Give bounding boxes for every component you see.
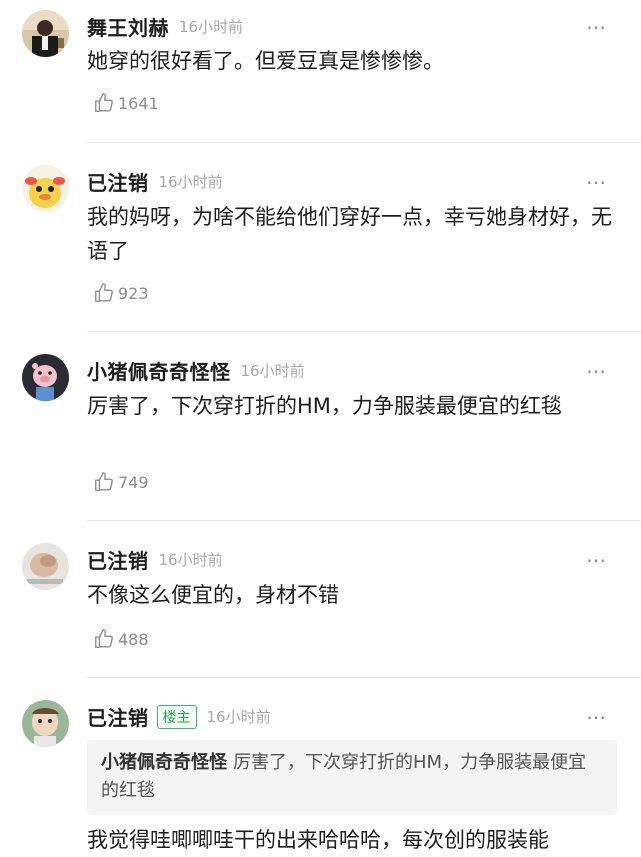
timestamp: 16小时前 [158,551,223,569]
comment-text: 不像这么便宜的，身材不错 [87,583,339,607]
comment-item: 舞王刘赫 16小时前 ⋯ 她穿的很好看了。但爱豆真是惨惨惨。 1641 [0,0,641,143]
quoted-reply[interactable]: 小猪佩奇奇怪怪 厉害了，下次穿打折的HM，力争服装最便宜的红毯 [87,740,617,815]
comment-header: 已注销 16小时前 [87,167,223,196]
username[interactable]: 已注销 [87,545,149,574]
timestamp: 16小时前 [179,18,244,36]
like-button[interactable]: 749 [93,471,149,493]
thumbs-up-icon [95,93,113,112]
more-options-icon[interactable]: ⋯ [586,172,607,192]
comment-header: 舞王刘赫 16小时前 [87,12,243,41]
avatar[interactable] [22,10,69,57]
more-options-icon[interactable]: ⋯ [586,550,607,570]
comment-text: 我的妈呀，为啥不能给他们穿好一点，幸亏她身材好，无语了 [87,205,612,263]
like-button[interactable]: 1641 [93,92,159,114]
like-count: 923 [118,283,149,303]
avatar-cartoon-image [22,165,69,212]
avatar-photo-image [22,543,69,590]
comment-header: 已注销 16小时前 [87,545,223,574]
like-count: 749 [118,472,149,492]
avatar-pig-image [22,354,69,401]
quoted-username[interactable]: 小猪佩奇奇怪怪 [101,752,227,773]
comment-item: 已注销 16小时前 ⋯ 我的妈呀，为啥不能给他们穿好一点，幸亏她身材好，无语了 … [0,143,641,332]
comment-item: 已注销 楼主 16小时前 ⋯ 小猪佩奇奇怪怪 厉害了，下次穿打折的HM，力争服装最… [0,678,641,856]
comment-text: 她穿的很好看了。但爱豆真是惨惨惨。 [87,49,444,73]
comment-header: 小猪佩奇奇怪怪 16小时前 [87,356,305,385]
more-options-icon[interactable]: ⋯ [586,707,607,727]
comment-text: 厉害了，下次穿打折的HM，力争服装最便宜的红毯 [87,394,562,418]
avatar[interactable] [22,354,69,401]
like-count: 488 [118,629,149,649]
comment-item: 已注销 16小时前 ⋯ 不像这么便宜的，身材不错 488 [0,521,641,678]
thumbs-up-icon [95,629,113,648]
thumbs-up-icon [95,472,113,491]
like-button[interactable]: 923 [93,282,149,304]
like-count: 1641 [118,93,159,113]
more-options-icon[interactable]: ⋯ [586,361,607,381]
comment-item: 小猪佩奇奇怪怪 16小时前 ⋯ 厉害了，下次穿打折的HM，力争服装最便宜的红毯 … [0,332,641,521]
username[interactable]: 已注销 [87,702,149,731]
username[interactable]: 舞王刘赫 [87,12,169,41]
comment-header: 已注销 楼主 16小时前 [87,702,271,731]
avatar[interactable] [22,165,69,212]
author-badge: 楼主 [156,704,197,729]
username[interactable]: 小猪佩奇奇怪怪 [87,356,231,385]
username[interactable]: 已注销 [87,167,149,196]
comment-text: 我觉得哇唧唧哇干的出来哈哈哈，每次创的服装能 [87,828,549,852]
avatar[interactable] [22,543,69,590]
more-options-icon[interactable]: ⋯ [586,17,607,37]
timestamp: 16小时前 [158,173,223,191]
avatar[interactable] [22,700,69,747]
avatar-photo-image [22,700,69,747]
thumbs-up-icon [95,283,113,302]
like-button[interactable]: 488 [93,628,149,650]
timestamp: 16小时前 [240,362,305,380]
timestamp: 16小时前 [206,708,271,726]
avatar-photo-image [22,10,69,57]
